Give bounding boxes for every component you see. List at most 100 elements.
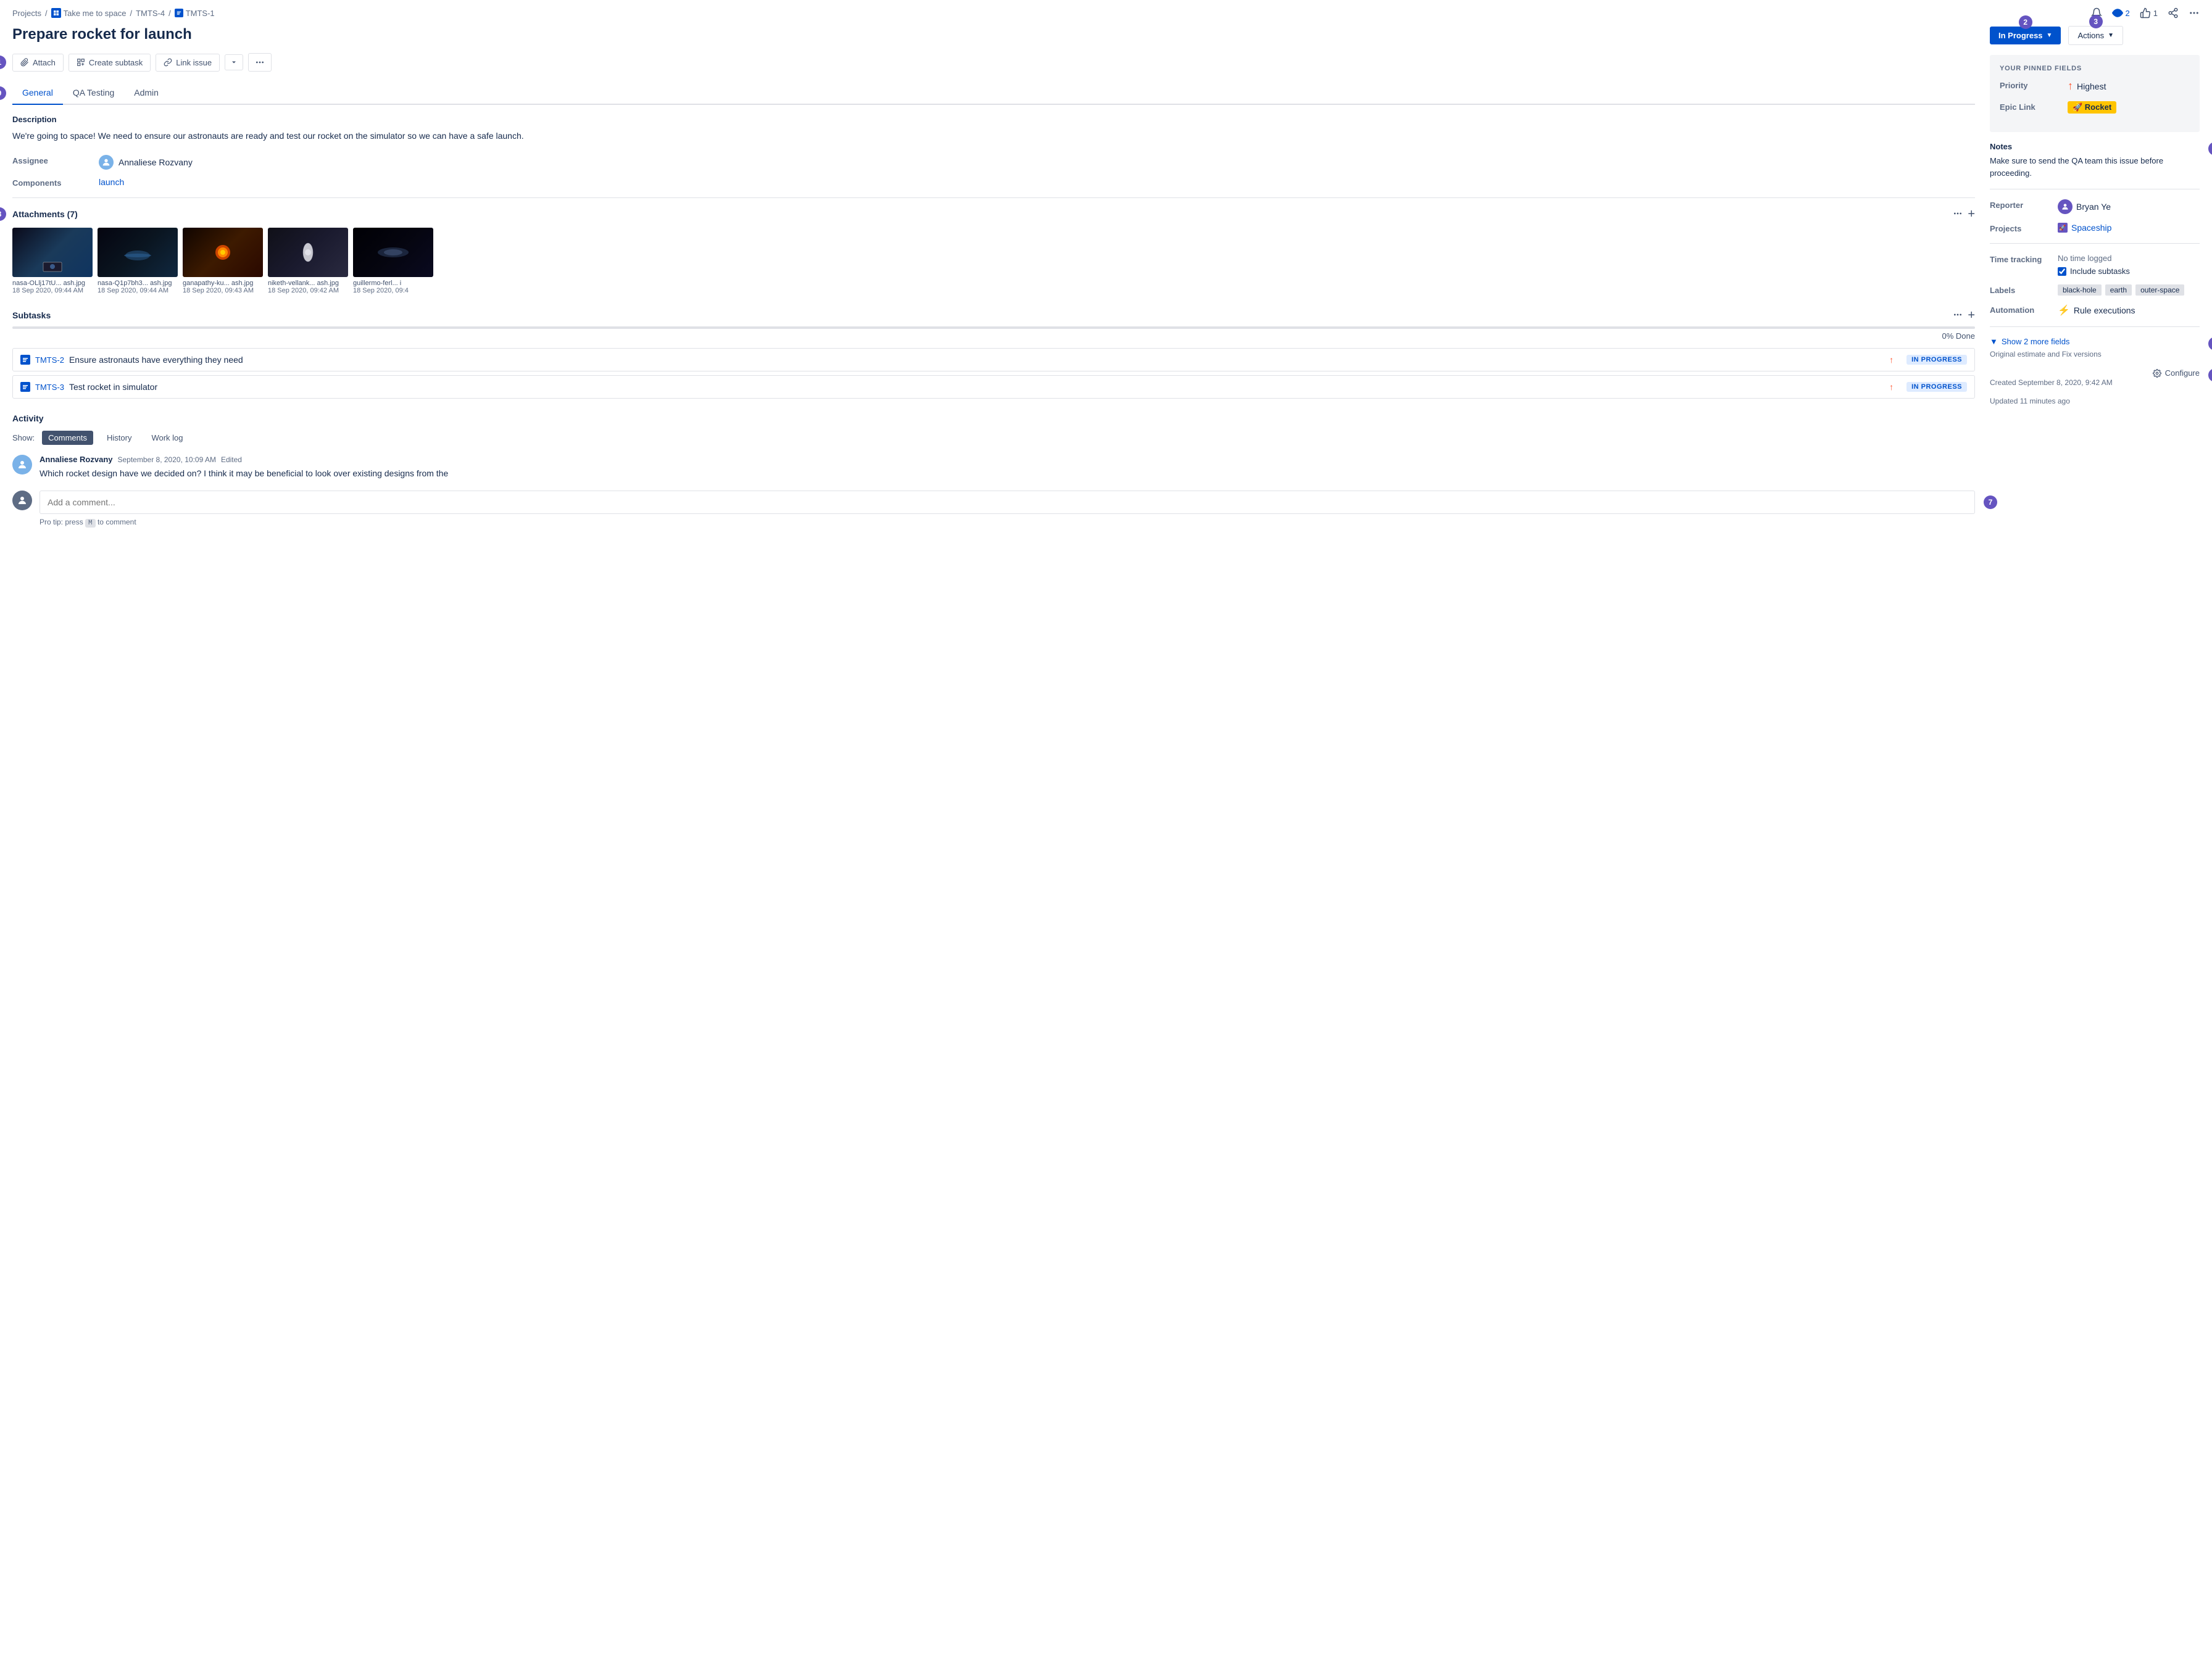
projects-label: Projects	[1990, 223, 2058, 233]
assignee-name: Annaliese Rozvany	[118, 157, 193, 167]
comment-author-0: Annaliese Rozvany	[40, 455, 113, 464]
subtask-status-1: IN PROGRESS	[1906, 382, 1967, 392]
reporter-name: Bryan Ye	[2076, 202, 2111, 212]
breadcrumb-space[interactable]: Take me to space	[64, 9, 127, 18]
comment-date-0: September 8, 2020, 10:09 AM	[118, 455, 216, 464]
tab-group: General QA Testing Admin	[12, 81, 1975, 105]
attachments-add-button[interactable]: +	[1968, 208, 1975, 220]
annotation-1: 1	[0, 56, 6, 69]
project-name: Spaceship	[2071, 223, 2111, 233]
subtask-text-1: Test rocket in simulator	[69, 382, 157, 392]
dropdown-button[interactable]	[225, 54, 243, 70]
actions-chevron-icon: ▼	[2108, 32, 2114, 39]
like-button[interactable]: 1	[2140, 7, 2158, 19]
tab-general[interactable]: General	[12, 81, 63, 105]
assignee-value: Annaliese Rozvany	[99, 155, 193, 170]
subtask-status-0: IN PROGRESS	[1906, 355, 1967, 365]
tab-admin[interactable]: Admin	[124, 81, 168, 105]
more-button[interactable]	[2189, 7, 2200, 19]
activity-tab-comments[interactable]: Comments	[42, 431, 93, 445]
subtask-priority-0: ↑	[1889, 355, 1899, 365]
divider-right-2	[1990, 243, 2200, 244]
subtask-item-1[interactable]: TMTS-3 Test rocket in simulator ↑ IN PRO…	[12, 375, 1975, 399]
tab-qa-testing[interactable]: QA Testing	[63, 81, 124, 105]
actions-button[interactable]: Actions ▼	[2068, 26, 2123, 45]
breadcrumb-tmts4[interactable]: TMTS-4	[136, 9, 165, 18]
status-button[interactable]: In Progress ▼	[1990, 27, 2061, 44]
activity-tab-history[interactable]: History	[101, 431, 138, 445]
annotation-7: 7	[1984, 495, 1997, 509]
attachment-item-0[interactable]: nasa-OLlj17tU... ash.jpg 18 Sep 2020, 09…	[12, 228, 93, 294]
attachment-thumb-1	[98, 228, 178, 277]
created-text: Created September 8, 2020, 9:42 AM	[1990, 378, 2113, 387]
attachment-date-1: 18 Sep 2020, 09:44 AM	[98, 287, 178, 294]
show-more-label: Show 2 more fields	[2002, 337, 2070, 346]
attachment-name-2: ganapathy-ku... ash.jpg	[183, 280, 263, 287]
share-button[interactable]	[2168, 7, 2179, 19]
comment-avatar-0	[12, 455, 32, 474]
attachments-more-button[interactable]	[1953, 209, 1963, 220]
create-subtask-button[interactable]: Create subtask	[69, 54, 151, 72]
include-subtasks-checkbox[interactable]	[2058, 267, 2066, 276]
configure-button[interactable]: Configure	[2153, 368, 2200, 378]
link-issue-button[interactable]: Link issue	[156, 54, 220, 72]
watch-button[interactable]: 2	[2112, 7, 2130, 19]
include-subtasks-text: Include subtasks	[2070, 267, 2130, 276]
attachment-item-2[interactable]: ganapathy-ku... ash.jpg 18 Sep 2020, 09:…	[183, 228, 263, 294]
time-tracking-value: No time logged Include subtasks	[2058, 254, 2200, 276]
attachment-name-1: nasa-Q1p7bh3... ash.jpg	[98, 280, 178, 287]
chevron-down-icon: ▼	[1990, 337, 1998, 346]
attachment-date-0: 18 Sep 2020, 09:44 AM	[12, 287, 93, 294]
configure-label: Configure	[2165, 368, 2200, 378]
reporter-avatar	[2058, 199, 2073, 214]
attach-button[interactable]: Attach	[12, 54, 64, 72]
activity-tab-worklog[interactable]: Work log	[145, 431, 189, 445]
attachments-section: 8 Attachments (7) +	[12, 208, 1975, 294]
attachment-item-1[interactable]: nasa-Q1p7bh3... ash.jpg 18 Sep 2020, 09:…	[98, 228, 178, 294]
description-label: Description	[12, 115, 1975, 124]
activity-show-label: Show:	[12, 433, 35, 442]
subtask-item-0[interactable]: TMTS-2 Ensure astronauts have everything…	[12, 348, 1975, 371]
subtask-key-1[interactable]: TMTS-3	[35, 383, 64, 392]
watch-count: 2	[2126, 9, 2130, 18]
components-value[interactable]: launch	[99, 177, 124, 187]
breadcrumb: Projects / Take me to space / TMTS-4 / T…	[0, 0, 2212, 21]
attachment-thumb-4	[353, 228, 433, 277]
time-tracking-row: Time tracking No time logged Include sub…	[1990, 254, 2200, 276]
more-options-button[interactable]	[248, 53, 272, 72]
subtasks-title: Subtasks	[12, 310, 51, 320]
automation-value: ⚡ Rule executions	[2058, 304, 2200, 317]
subtask-text-0: Ensure astronauts have everything they n…	[69, 355, 243, 365]
label-outer-space[interactable]: outer-space	[2135, 284, 2184, 296]
include-subtasks-label[interactable]: Include subtasks	[2058, 267, 2130, 276]
project-link[interactable]: 🚀 Spaceship	[2058, 223, 2111, 233]
comment-input-wrapper: 7 Pro tip: press M to comment	[40, 491, 1975, 527]
subtasks-more-button[interactable]	[1953, 309, 1963, 321]
label-earth[interactable]: earth	[2105, 284, 2132, 296]
attachment-thumb-2	[183, 228, 263, 277]
attachment-item-4[interactable]: guillermo-ferl... i 18 Sep 2020, 09:4	[353, 228, 433, 294]
description-text: We're going to space! We need to ensure …	[12, 129, 1975, 143]
labels-value: black-hole earth outer-space	[2058, 284, 2200, 296]
projects-row: Projects 🚀 Spaceship	[1990, 223, 2200, 233]
subtasks-add-button[interactable]: +	[1968, 309, 1975, 321]
attachment-thumb-3	[268, 228, 348, 277]
label-black-hole[interactable]: black-hole	[2058, 284, 2102, 296]
projects-value: 🚀 Spaceship	[2058, 223, 2200, 233]
create-subtask-label: Create subtask	[89, 58, 143, 67]
breadcrumb-projects[interactable]: Projects	[12, 9, 41, 18]
comment-text-input[interactable]	[40, 491, 1975, 514]
subtask-key-0[interactable]: TMTS-2	[35, 355, 64, 365]
attachment-item-3[interactable]: niketh-vellank... ash.jpg 18 Sep 2020, 0…	[268, 228, 348, 294]
epic-badge[interactable]: 🚀 Rocket	[2068, 101, 2116, 114]
annotation-6: 6	[2208, 368, 2212, 382]
breadcrumb-tmts1[interactable]: TMTS-1	[186, 9, 215, 18]
assignee-avatar	[99, 155, 114, 170]
reporter-row: Reporter Bryan Ye	[1990, 199, 2200, 214]
attachments-title: Attachments (7)	[12, 209, 78, 219]
breadcrumb-space-icon: Take me to space	[51, 8, 127, 18]
bolt-icon: ⚡	[2058, 304, 2070, 317]
subtask-priority-1: ↑	[1889, 382, 1899, 392]
show-more-fields-button[interactable]: ▼ Show 2 more fields	[1990, 337, 2200, 346]
attach-label: Attach	[33, 58, 56, 67]
